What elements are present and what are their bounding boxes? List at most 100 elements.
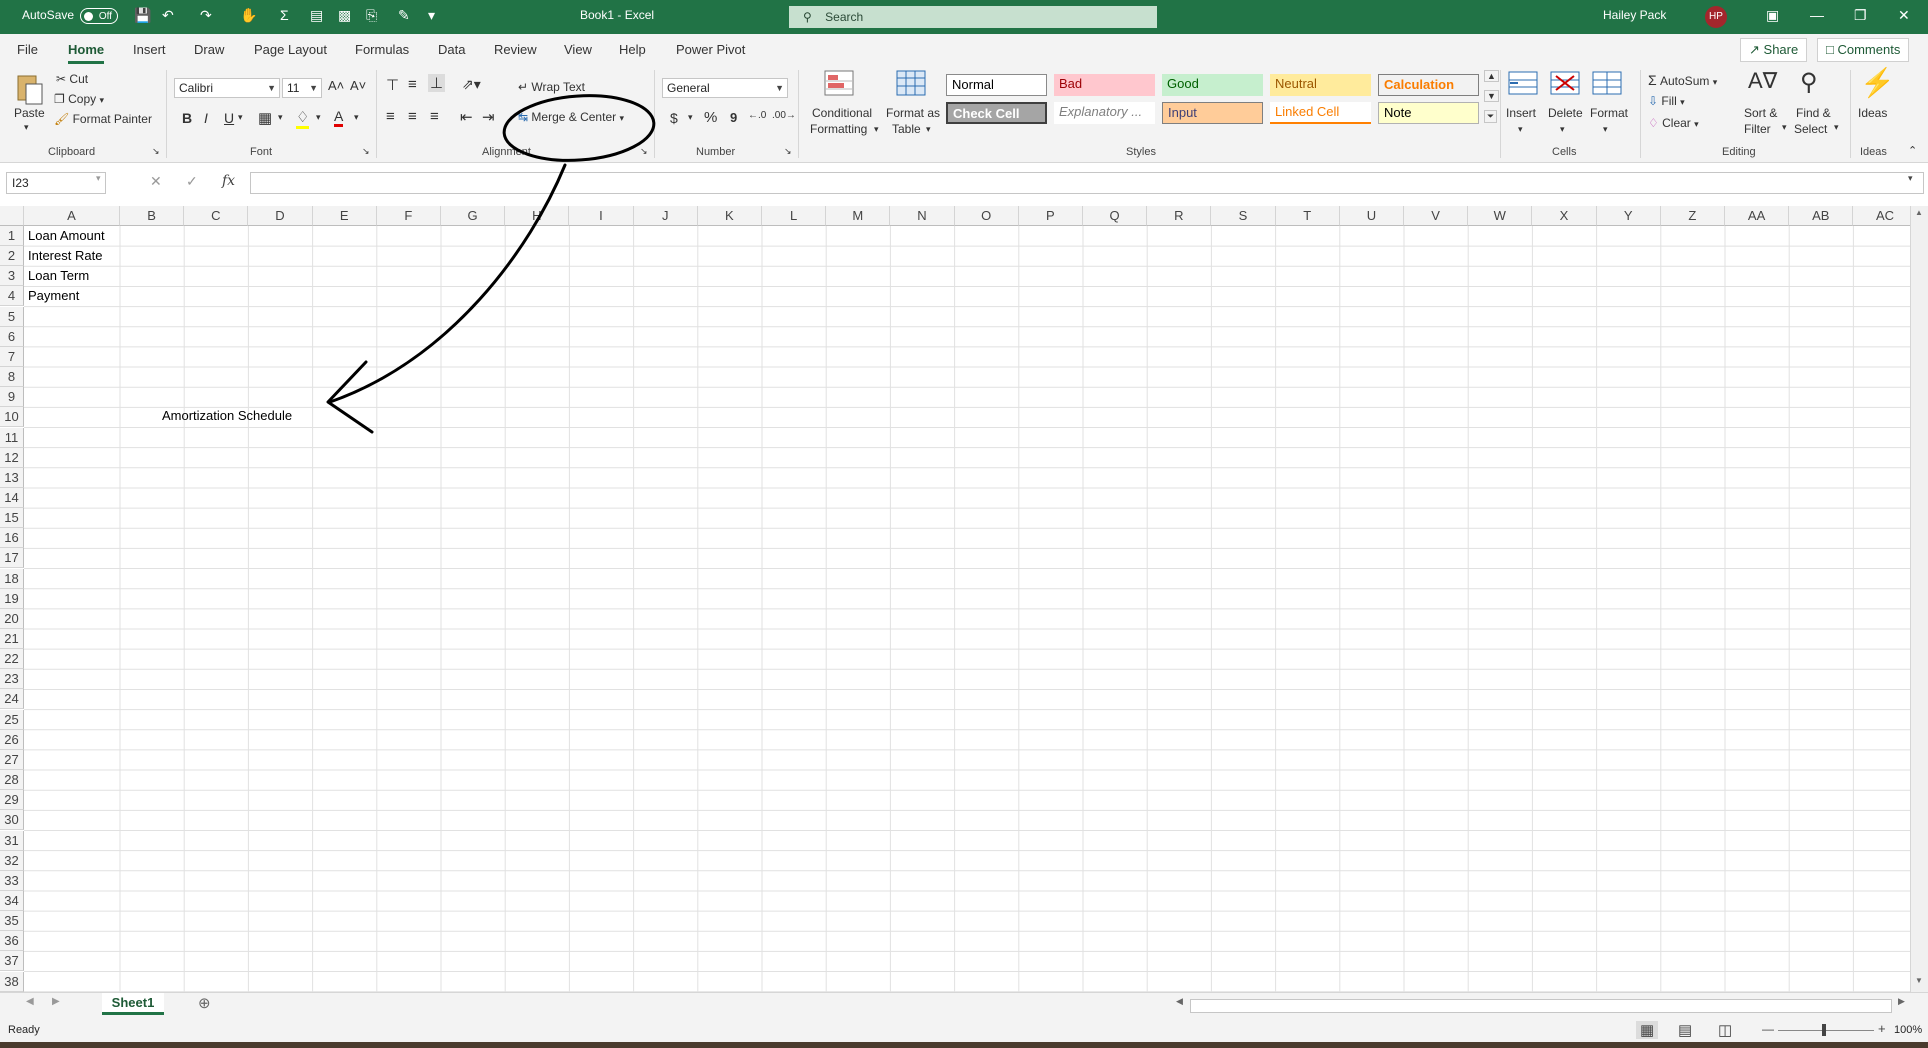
row-header-31[interactable]: 31: [0, 830, 24, 851]
font-size-select[interactable]: 11 ▼: [282, 78, 322, 98]
worksheet-grid[interactable]: A B C D E F G H I J K L M N O P Q R S T U V W X Y Z AA AB AC 1234567…: [0, 206, 1928, 992]
scroll-right-icon[interactable]: ▶: [1898, 996, 1905, 1007]
ribbon-display-icon[interactable]: ▣: [1766, 7, 1779, 24]
prev-sheet-icon[interactable]: ◀: [26, 996, 34, 1007]
row-header-32[interactable]: 32: [0, 850, 24, 871]
column-header-k[interactable]: K: [697, 206, 762, 226]
column-header-u[interactable]: U: [1339, 206, 1404, 226]
autosum-qat-icon[interactable]: Σ: [280, 7, 289, 23]
fill-button[interactable]: ⇩ Fill ▾: [1648, 94, 1685, 108]
column-header-y[interactable]: Y: [1596, 206, 1661, 226]
row-header-9[interactable]: 9: [0, 387, 24, 408]
row-header-5[interactable]: 5: [0, 306, 24, 327]
conditional-formatting-label-1[interactable]: Conditional: [812, 106, 872, 120]
align-right-icon[interactable]: ≡: [430, 108, 439, 125]
chevron-down-icon[interactable]: ▾: [96, 173, 101, 184]
chevron-down-icon[interactable]: ▾: [874, 124, 879, 135]
align-middle-icon[interactable]: ≡: [408, 76, 417, 93]
format-as-table-label-2[interactable]: Table: [892, 122, 921, 136]
cancel-icon[interactable]: ✕: [150, 173, 162, 190]
normal-view-icon[interactable]: ▦: [1636, 1021, 1659, 1039]
sort-filter-label-1[interactable]: Sort &: [1744, 106, 1777, 120]
search-input[interactable]: ⚲ Search: [789, 6, 1157, 28]
delete-cells-label[interactable]: Delete: [1548, 106, 1583, 120]
row-header-19[interactable]: 19: [0, 588, 24, 609]
style-input[interactable]: Input: [1162, 102, 1263, 124]
zoom-slider-track[interactable]: [1778, 1030, 1874, 1031]
add-sheet-icon[interactable]: ⊕: [198, 994, 211, 1012]
column-header-t[interactable]: T: [1275, 206, 1340, 226]
align-top-icon[interactable]: ⊤: [386, 76, 399, 94]
clear-filter-icon[interactable]: ⎘: [366, 7, 377, 24]
close-icon[interactable]: ✕: [1898, 7, 1910, 24]
underline-button[interactable]: U: [224, 110, 234, 126]
avatar[interactable]: HP: [1705, 6, 1727, 28]
increase-indent-icon[interactable]: ⇥: [482, 108, 495, 126]
horizontal-scrollbar[interactable]: [1190, 999, 1892, 1013]
column-header-f[interactable]: F: [376, 206, 441, 226]
wrap-text-button[interactable]: ↵ Wrap Text: [518, 80, 585, 94]
page-break-view-icon[interactable]: ◫: [1718, 1021, 1732, 1039]
chevron-down-icon[interactable]: ▾: [354, 112, 359, 123]
restore-icon[interactable]: ❐: [1854, 7, 1867, 24]
quick-print-icon[interactable]: ▩: [338, 7, 351, 24]
row-header-12[interactable]: 12: [0, 447, 24, 468]
row-header-37[interactable]: 37: [0, 951, 24, 972]
vertical-scrollbar[interactable]: ▲ ▼: [1910, 206, 1928, 992]
tab-view[interactable]: View: [564, 42, 592, 57]
paste-label[interactable]: Paste: [14, 106, 45, 120]
formula-input[interactable]: [250, 172, 1924, 194]
customize-qat-icon[interactable]: ▾: [428, 7, 435, 24]
column-header-l[interactable]: L: [762, 206, 827, 226]
cut-button[interactable]: ✂ Cut: [56, 72, 88, 86]
style-bad[interactable]: Bad: [1054, 74, 1155, 96]
chevron-down-icon[interactable]: ▾: [278, 112, 283, 123]
style-linked-cell[interactable]: Linked Cell: [1270, 102, 1371, 124]
ideas-button-label[interactable]: Ideas: [1858, 106, 1887, 120]
row-header-7[interactable]: 7: [0, 346, 24, 367]
tab-power-pivot[interactable]: Power Pivot: [676, 42, 745, 57]
autosum-button[interactable]: Σ AutoSum ▾: [1648, 72, 1717, 88]
column-header-a[interactable]: A: [24, 206, 120, 226]
italic-button[interactable]: I: [204, 110, 208, 126]
chevron-down-icon[interactable]: ▾: [926, 124, 931, 135]
cell-a4[interactable]: Payment: [28, 286, 79, 306]
orientation-icon[interactable]: ⇗▾: [462, 76, 481, 93]
merge-center-button[interactable]: ↹ Merge & Center ▾: [518, 110, 624, 124]
chevron-down-icon[interactable]: ▾: [1603, 124, 1608, 135]
cell-a1[interactable]: Loan Amount: [28, 226, 105, 246]
column-header-ac[interactable]: AC: [1853, 206, 1918, 226]
column-header-g[interactable]: G: [441, 206, 506, 226]
row-header-25[interactable]: 25: [0, 709, 24, 730]
borders-icon[interactable]: ▦: [258, 109, 272, 127]
user-name[interactable]: Hailey Pack: [1603, 8, 1666, 22]
copy-button[interactable]: ❐ Copy ▾: [54, 92, 104, 106]
sheet-tab-sheet1[interactable]: Sheet1: [102, 993, 164, 1015]
next-sheet-icon[interactable]: ▶: [52, 996, 60, 1007]
row-header-38[interactable]: 38: [0, 971, 24, 992]
scroll-left-icon[interactable]: ◀: [1176, 996, 1183, 1007]
row-header-8[interactable]: 8: [0, 367, 24, 388]
column-header-p[interactable]: P: [1018, 206, 1083, 226]
conditional-formatting-label-2[interactable]: Formatting: [810, 122, 867, 136]
row-header-10[interactable]: 10: [0, 407, 24, 428]
zoom-level[interactable]: 100%: [1894, 1024, 1922, 1036]
zoom-slider-thumb[interactable]: [1822, 1024, 1826, 1036]
undo-icon[interactable]: ↶: [162, 7, 174, 24]
scroll-down-icon[interactable]: ▼: [1915, 976, 1923, 985]
highlight-qat-icon[interactable]: ✎: [398, 7, 410, 24]
row-header-26[interactable]: 26: [0, 729, 24, 750]
cell-a3[interactable]: Loan Term: [28, 266, 89, 286]
align-bottom-icon[interactable]: ⊥: [428, 74, 446, 92]
row-header-15[interactable]: 15: [0, 508, 24, 529]
find-select-icon[interactable]: ⚲: [1800, 68, 1818, 97]
scroll-up-icon[interactable]: ▲: [1915, 208, 1923, 217]
find-select-label-2[interactable]: Select: [1794, 122, 1827, 136]
row-header-14[interactable]: 14: [0, 487, 24, 508]
row-header-21[interactable]: 21: [0, 629, 24, 649]
delete-cells-icon[interactable]: [1550, 70, 1580, 100]
page-layout-view-icon[interactable]: ▤: [1678, 1021, 1692, 1039]
collapse-ribbon-icon[interactable]: ⌃: [1908, 144, 1917, 157]
font-launcher-icon[interactable]: ↘: [362, 146, 370, 157]
ideas-icon[interactable]: ⚡: [1860, 66, 1895, 99]
